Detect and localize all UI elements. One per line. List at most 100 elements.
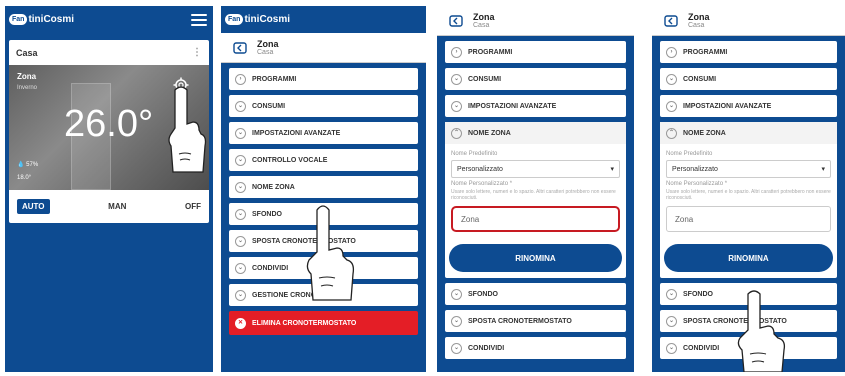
- custom-name-label: Nome Personalizzato *: [666, 181, 728, 187]
- menu-item-consumi[interactable]: ⌄ CONSUMI: [445, 68, 626, 90]
- logo-text: tiniCosmi: [28, 14, 75, 25]
- chevron-down-icon: ⌄: [235, 235, 246, 247]
- menu-icon[interactable]: [191, 13, 207, 26]
- zone-title: Zona: [257, 39, 279, 49]
- menu-item-controllo-vocale[interactable]: ⌄ CONTROLLO VOCALE: [229, 149, 418, 171]
- chevron-down-icon: ⌄: [451, 288, 462, 300]
- humidity-text: 57%: [26, 162, 39, 168]
- chevron-down-icon: ⌄: [235, 100, 246, 112]
- custom-name-input[interactable]: Zona: [666, 206, 831, 232]
- zone-name: Zona: [17, 72, 37, 81]
- chevron-down-icon: ⌄: [666, 288, 677, 300]
- logo-badge: Fan: [225, 14, 244, 25]
- zone-subtitle: Casa: [688, 22, 705, 29]
- menu-item-sfondo[interactable]: ⌄ SFONDO: [445, 283, 626, 305]
- chevron-down-icon: ⌄: [451, 342, 462, 354]
- chevron-down-icon: ⌄: [451, 100, 462, 112]
- menu-item-sposta-cronotermostato[interactable]: ⌄ SPOSTA CRONOTERMOSTATO: [660, 310, 837, 332]
- chevron-down-icon: ⌄: [235, 208, 246, 220]
- predefined-name-select[interactable]: Personalizzato ▾: [451, 160, 620, 178]
- zone-header: Zona Casa: [652, 6, 845, 36]
- screen-zone-menu: Fan tiniCosmi Zona Casa › PROGRAMMI ⌄ CONS…: [221, 6, 426, 372]
- menu-item-sposta-cronotermostato[interactable]: ⌄ SPOSTA CRONOTERMOSTATO: [445, 310, 626, 332]
- menu-item-label: NOME ZONA: [683, 129, 726, 137]
- menu-item-sposta-cronotermostato[interactable]: ⌄ SPOSTA CRONOTERMOSTATO: [229, 230, 418, 252]
- zone-menu: › PROGRAMMI ⌄ CONSUMI ⌄ IMPOSTAZIONI AVANZA…: [652, 36, 845, 364]
- logo-text: tiniCosmi: [244, 14, 291, 25]
- menu-item-impostazioni-avanzate[interactable]: ⌄ IMPOSTAZIONI AVANZATE: [660, 95, 837, 117]
- menu-item-impostazioni-avanzate[interactable]: ⌄ IMPOSTAZIONI AVANZATE: [445, 95, 626, 117]
- external-temp: 18.0°: [17, 175, 32, 181]
- drop-icon: 💧: [17, 162, 25, 168]
- zone-subtitle: Casa: [257, 49, 274, 56]
- rename-button[interactable]: RINOMINA: [449, 244, 622, 272]
- menu-item-impostazioni-avanzate[interactable]: ⌄ IMPOSTAZIONI AVANZATE: [229, 122, 418, 144]
- predefined-name-select[interactable]: Personalizzato ▾: [666, 160, 831, 178]
- custom-name-input[interactable]: Zona: [451, 206, 620, 232]
- dropdown-arrow-icon: ▾: [610, 166, 614, 173]
- menu-item-gestione-crono[interactable]: ⌄ GESTIONE CRONO: [229, 284, 418, 306]
- zone-title: Zona: [688, 12, 710, 22]
- menu-item-consumi[interactable]: ⌄ CONSUMI: [229, 95, 418, 117]
- screen-home: Fan tiniCosmi Casa ⋮ Zona Inverno 26.0° …: [5, 6, 213, 372]
- close-icon: ✕: [235, 317, 246, 329]
- chevron-right-icon: ›: [451, 46, 462, 58]
- screen-rename-confirm: Zona Casa › PROGRAMMI ⌄ CONSUMI ⌄ IMPOSTAZI…: [652, 6, 845, 372]
- rename-button[interactable]: RINOMINA: [664, 244, 833, 272]
- menu-item-condividi[interactable]: ⌄ CONDIVIDI: [229, 257, 418, 279]
- nome-zona-section: ⌃ NOME ZONA Nome Predefinito Personalizza…: [445, 122, 626, 278]
- menu-item-programmi[interactable]: › PROGRAMMI: [229, 68, 418, 90]
- logo-badge: Fan: [9, 14, 28, 25]
- thermostat-card[interactable]: Casa ⋮ Zona Inverno 26.0° 💧 57% 18.0° AU…: [9, 40, 209, 223]
- menu-item-label: NOME ZONA: [468, 129, 511, 137]
- mode-auto-button[interactable]: AUTO: [17, 199, 50, 214]
- chevron-up-icon: ⌃: [451, 127, 462, 139]
- menu-item-consumi[interactable]: ⌄ CONSUMI: [660, 68, 837, 90]
- back-icon[interactable]: [447, 12, 465, 30]
- custom-name-hint: Usare solo lettere, numeri e lo spazio. …: [451, 189, 616, 201]
- zone-header: Zona Casa: [221, 33, 426, 63]
- chevron-down-icon: ⌄: [235, 262, 246, 274]
- menu-item-label: CONSUMI: [252, 102, 286, 110]
- mode-off-button[interactable]: OFF: [185, 202, 201, 211]
- chevron-down-icon: ⌄: [235, 289, 246, 301]
- more-options-icon[interactable]: ⋮: [192, 47, 202, 58]
- brand-logo: Fan tiniCosmi: [225, 14, 290, 25]
- menu-item-label: SFONDO: [252, 210, 282, 218]
- nome-zona-section: ⌃ NOME ZONA Nome Predefinito Personalizza…: [660, 122, 837, 278]
- menu-item-sfondo[interactable]: ⌄ SFONDO: [660, 283, 837, 305]
- menu-item-nome-zona[interactable]: ⌃ NOME ZONA: [445, 122, 626, 144]
- chevron-down-icon: ⌄: [451, 73, 462, 85]
- chevron-right-icon: ›: [666, 46, 677, 58]
- chevron-down-icon: ⌄: [451, 315, 462, 327]
- gear-icon[interactable]: [173, 77, 189, 93]
- select-value: Personalizzato: [457, 165, 503, 173]
- zone-header: Zona Casa: [437, 6, 634, 36]
- back-icon[interactable]: [662, 12, 680, 30]
- delete-thermostat-button[interactable]: ✕ ELIMINA CRONOTERMOSTATO: [229, 311, 418, 335]
- zone-title: Zona: [473, 12, 495, 22]
- menu-item-label: PROGRAMMI: [468, 48, 513, 56]
- select-value: Personalizzato: [672, 165, 718, 173]
- menu-item-programmi[interactable]: › PROGRAMMI: [445, 41, 626, 63]
- mode-man-button[interactable]: MAN: [108, 202, 126, 211]
- temperature-value: 26.0°: [64, 103, 154, 145]
- menu-item-label: IMPOSTAZIONI AVANZATE: [252, 129, 341, 137]
- menu-item-condividi[interactable]: ⌄ CONDIVIDI: [660, 337, 837, 359]
- app-bar: Fan tiniCosmi: [221, 6, 426, 33]
- menu-item-label: PROGRAMMI: [252, 75, 297, 83]
- custom-name-hint: Usare solo lettere, numeri e lo spazio. …: [666, 189, 831, 201]
- back-icon[interactable]: [231, 39, 249, 57]
- card-title: Casa: [16, 47, 38, 58]
- chevron-up-icon: ⌃: [666, 127, 677, 139]
- menu-item-programmi[interactable]: › PROGRAMMI: [660, 41, 837, 63]
- menu-item-sfondo[interactable]: ⌄ SFONDO: [229, 203, 418, 225]
- menu-item-nome-zona[interactable]: ⌃ NOME ZONA: [660, 122, 837, 144]
- menu-item-label: CONSUMI: [683, 75, 717, 83]
- menu-item-label: SFONDO: [468, 290, 498, 298]
- menu-item-label: CONDIVIDI: [252, 264, 289, 272]
- chevron-down-icon: ⌄: [235, 127, 246, 139]
- menu-item-nome-zona[interactable]: ⌄ NOME ZONA: [229, 176, 418, 198]
- menu-item-condividi[interactable]: ⌄ CONDIVIDI: [445, 337, 626, 359]
- zone-photo: Zona Inverno 26.0° 💧 57% 18.0°: [9, 65, 209, 190]
